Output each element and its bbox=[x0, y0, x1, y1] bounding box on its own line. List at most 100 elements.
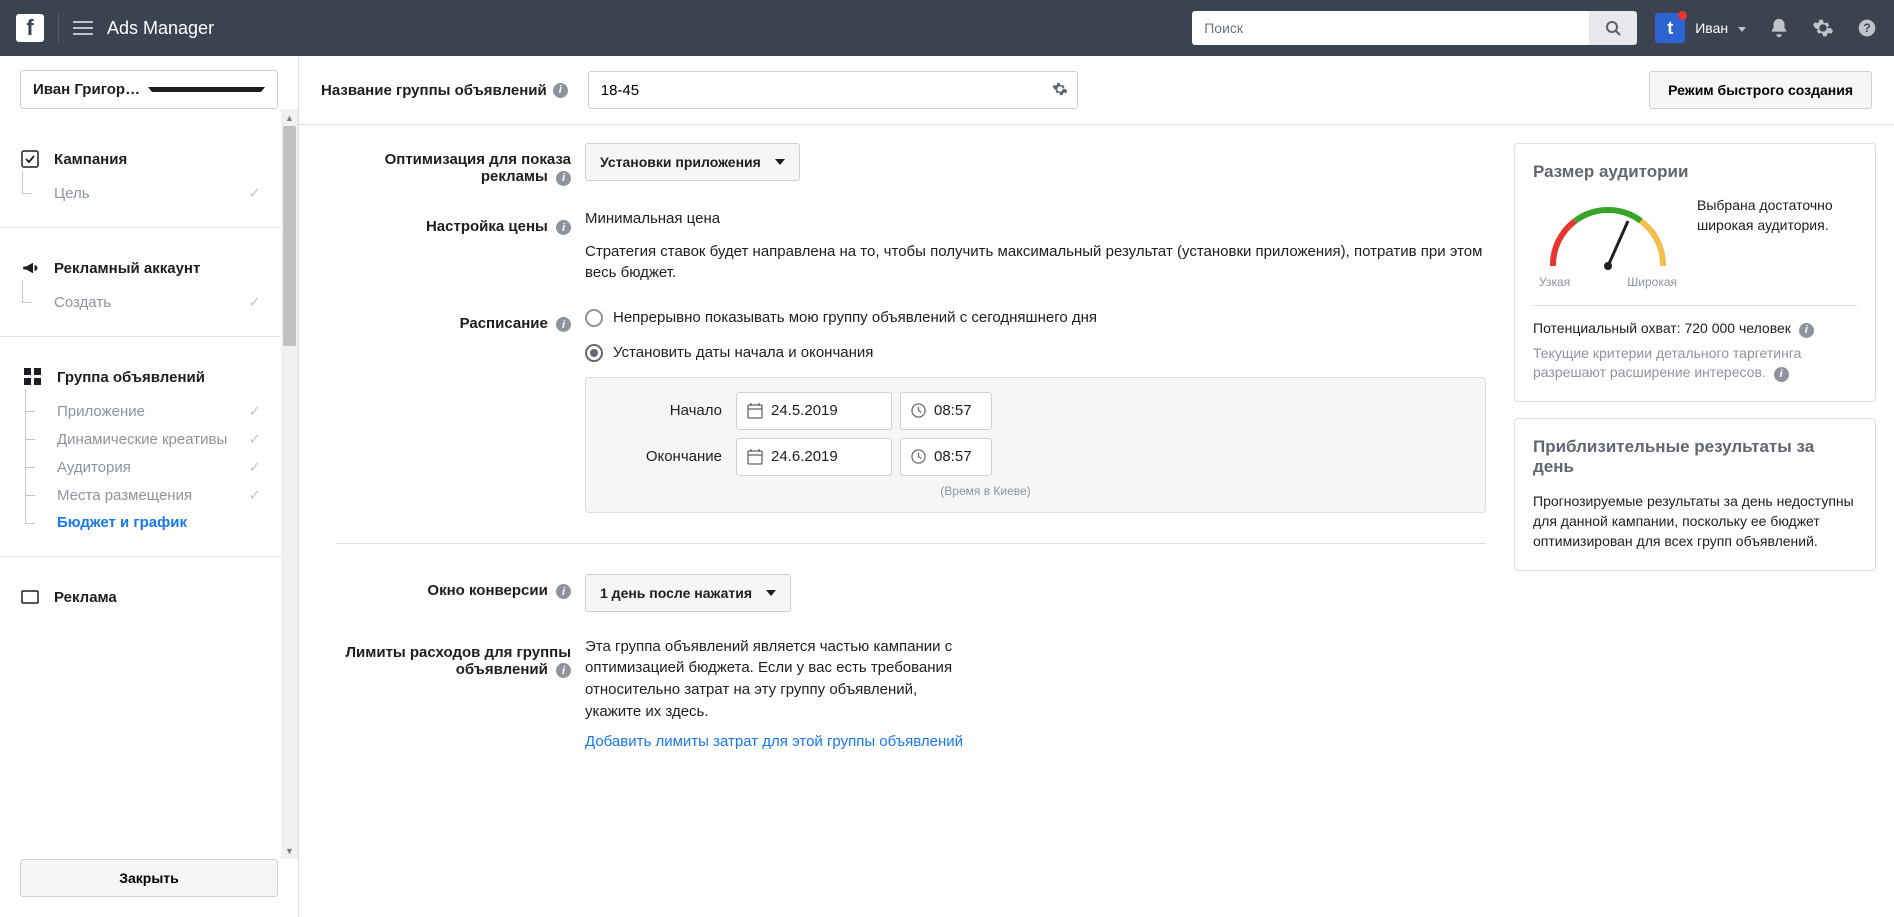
check-icon: ✓ bbox=[248, 486, 261, 504]
form-area: Оптимизация для показа рекламы i Установ… bbox=[299, 125, 1514, 917]
info-icon[interactable]: i bbox=[1774, 367, 1789, 382]
close-button[interactable]: Закрыть bbox=[20, 859, 278, 897]
end-date-input[interactable]: 24.6.2019 bbox=[736, 438, 892, 476]
account-name: Иван Григорьев (231978... bbox=[33, 81, 142, 98]
nav-ad-label: Реклама bbox=[54, 589, 261, 606]
audience-gauge: Узкая Широкая bbox=[1533, 196, 1683, 289]
side-panel: Размер аудитории Узкая bbox=[1514, 125, 1894, 917]
clock-icon bbox=[911, 449, 926, 464]
nav-campaign-goal[interactable]: Цель ✓ bbox=[0, 179, 281, 207]
search-input[interactable] bbox=[1192, 11, 1589, 45]
radio-checked-icon bbox=[585, 344, 603, 362]
app-title: Ads Manager bbox=[107, 18, 214, 39]
daily-estimates-title: Приблизительные результаты за день bbox=[1533, 437, 1857, 477]
main: Название группы объявлений i Режим быстр… bbox=[299, 56, 1894, 917]
nav-campaign-label: Кампания bbox=[54, 151, 261, 168]
calendar-icon bbox=[747, 403, 763, 419]
main-header: Название группы объявлений i Режим быстр… bbox=[299, 56, 1894, 125]
audience-size-title: Размер аудитории bbox=[1533, 162, 1857, 182]
start-date-label: Начало bbox=[606, 402, 736, 419]
settings-icon[interactable] bbox=[1812, 17, 1834, 39]
gauge-narrow-label: Узкая bbox=[1539, 275, 1570, 289]
info-icon[interactable]: i bbox=[556, 171, 571, 186]
audience-size-panel: Размер аудитории Узкая bbox=[1514, 143, 1876, 402]
chevron-down-icon bbox=[775, 159, 785, 165]
price-strategy-description: Стратегия ставок будет направлена на то,… bbox=[585, 241, 1486, 283]
calendar-icon bbox=[747, 449, 763, 465]
divider bbox=[58, 13, 59, 43]
megaphone-icon bbox=[20, 258, 40, 278]
schedule-label: Расписание bbox=[460, 315, 548, 332]
divider bbox=[337, 543, 1486, 544]
gauge-wide-label: Широкая bbox=[1627, 275, 1677, 289]
facebook-logo-icon[interactable]: f bbox=[16, 14, 44, 42]
price-setting-label: Настройка цены bbox=[426, 218, 548, 235]
user-avatar[interactable]: t bbox=[1655, 13, 1685, 43]
start-time-input[interactable]: 08:57 bbox=[900, 392, 992, 430]
info-icon[interactable]: i bbox=[556, 220, 571, 235]
add-spend-limits-link[interactable]: Добавить лимиты затрат для этой группы о… bbox=[585, 733, 965, 750]
check-icon: ✓ bbox=[248, 293, 261, 311]
help-icon[interactable]: ? bbox=[1856, 17, 1878, 39]
user-menu[interactable]: Иван bbox=[1695, 20, 1746, 36]
nav-campaign[interactable]: Кампания bbox=[0, 139, 281, 179]
daily-estimates-body: Прогнозируемые результаты за день недост… bbox=[1533, 491, 1857, 552]
spend-limits-label: Лимиты расходов для группы объявлений bbox=[346, 644, 572, 678]
sidebar-scrollbar[interactable]: ▲ ▼ bbox=[281, 109, 298, 859]
nav-ad-set-app[interactable]: Приложение ✓ bbox=[3, 397, 281, 425]
info-icon[interactable]: i bbox=[556, 584, 571, 599]
radio-icon bbox=[585, 309, 603, 327]
optimization-dropdown[interactable]: Установки приложения bbox=[585, 143, 800, 181]
end-date-label: Окончание bbox=[606, 448, 736, 465]
menu-icon[interactable] bbox=[73, 21, 93, 35]
ad-set-name-input[interactable] bbox=[588, 71, 1078, 109]
divider bbox=[0, 556, 281, 557]
end-time-input[interactable]: 08:57 bbox=[900, 438, 992, 476]
scroll-thumb[interactable] bbox=[283, 126, 296, 346]
divider bbox=[0, 227, 281, 228]
ad-set-icon bbox=[23, 367, 43, 387]
check-icon: ✓ bbox=[248, 184, 261, 202]
quick-create-mode-button[interactable]: Режим быстрого создания bbox=[1649, 71, 1872, 109]
sidebar: Иван Григорьев (231978... Кампания Цель … bbox=[0, 56, 299, 917]
sidebar-nav: Кампания Цель ✓ Рекламный аккаунт Создат… bbox=[0, 109, 281, 859]
spend-limits-description: Эта группа объявлений является частью ка… bbox=[585, 636, 965, 723]
potential-reach: Потенциальный охват: 720 000 человек bbox=[1533, 320, 1791, 336]
divider bbox=[1533, 305, 1857, 306]
nav-ad-set[interactable]: Группа объявлений bbox=[3, 357, 281, 397]
nav-ad-set-dynamic[interactable]: Динамические креативы ✓ bbox=[3, 425, 281, 453]
svg-text:?: ? bbox=[1863, 22, 1870, 35]
schedule-option-continuous[interactable]: Непрерывно показывать мою группу объявле… bbox=[585, 307, 1486, 328]
targeting-expansion-note: Текущие критерии детального таргетинга р… bbox=[1533, 345, 1801, 381]
nav-ad-set-label: Группа объявлений bbox=[57, 369, 261, 386]
ad-icon bbox=[20, 587, 40, 607]
nav-ad[interactable]: Реклама bbox=[0, 577, 281, 617]
clock-icon bbox=[911, 403, 926, 418]
info-icon[interactable]: i bbox=[1799, 323, 1814, 338]
optimization-label: Оптимизация для показа рекламы bbox=[385, 151, 571, 185]
nav-ad-set-budget[interactable]: Бюджет и график bbox=[3, 509, 281, 536]
conversion-window-label: Окно конверсии bbox=[427, 582, 547, 599]
nav-ad-set-audience[interactable]: Аудитория ✓ bbox=[3, 453, 281, 481]
scroll-up-icon[interactable]: ▲ bbox=[281, 109, 298, 126]
start-date-input[interactable]: 24.5.2019 bbox=[736, 392, 892, 430]
nav-ad-account-create[interactable]: Создать ✓ bbox=[0, 288, 281, 316]
nav-ad-set-placements[interactable]: Места размещения ✓ bbox=[3, 481, 281, 509]
nav-ad-account[interactable]: Рекламный аккаунт bbox=[0, 248, 281, 288]
schedule-option-dates[interactable]: Установить даты начала и окончания bbox=[585, 342, 1486, 363]
gear-icon[interactable] bbox=[1052, 81, 1068, 100]
notifications-icon[interactable] bbox=[1768, 17, 1790, 39]
info-icon[interactable]: i bbox=[556, 317, 571, 332]
ad-set-name-label: Название группы объявлений bbox=[321, 82, 547, 99]
daily-estimates-panel: Приблизительные результаты за день Прогн… bbox=[1514, 418, 1876, 571]
chevron-down-icon bbox=[148, 87, 265, 92]
check-icon: ✓ bbox=[248, 430, 261, 448]
search-button[interactable] bbox=[1589, 11, 1637, 45]
account-selector[interactable]: Иван Григорьев (231978... bbox=[20, 70, 278, 109]
chevron-down-icon bbox=[766, 590, 776, 596]
scroll-down-icon[interactable]: ▼ bbox=[281, 842, 298, 859]
check-icon: ✓ bbox=[248, 402, 261, 420]
info-icon[interactable]: i bbox=[553, 83, 568, 98]
info-icon[interactable]: i bbox=[556, 663, 571, 678]
conversion-window-dropdown[interactable]: 1 день после нажатия bbox=[585, 574, 791, 612]
